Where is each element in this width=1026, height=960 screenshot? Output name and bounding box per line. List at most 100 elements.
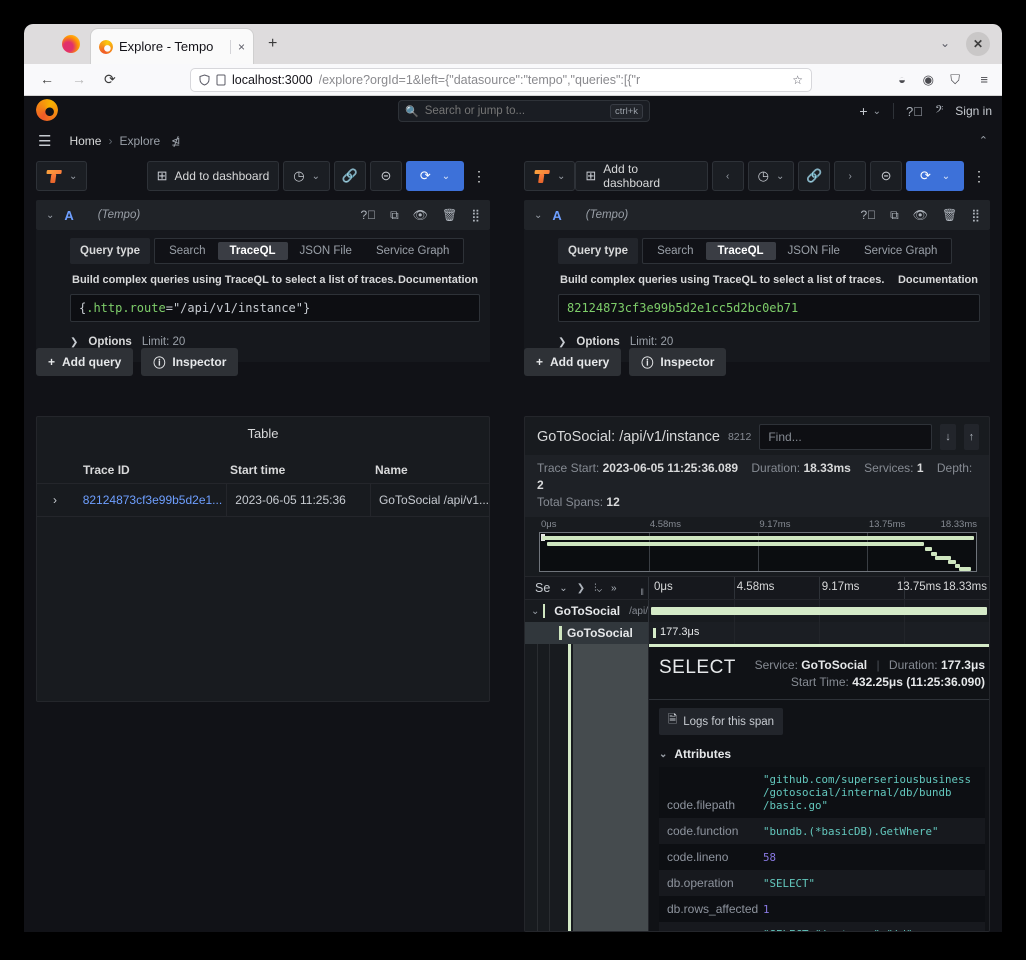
attributes-collapse[interactable]: ⌄ Attributes — [659, 747, 989, 761]
extensions-icon[interactable]: ⛉ — [950, 72, 960, 88]
news-icon[interactable]: 𝄢 — [935, 103, 943, 119]
table-row[interactable]: › 82124873cf3e99b5d2e1... 2023-06-05 11:… — [37, 483, 489, 517]
span-row-root[interactable]: ⌄ GoToSocial /api/ — [525, 600, 989, 622]
reload-icon[interactable]: ⟳ — [104, 71, 116, 88]
tab-list-chevron-icon[interactable]: ⌄ — [940, 36, 950, 50]
query-type-traceql[interactable]: TraceQL — [706, 242, 776, 260]
zoom-out-button[interactable]: ⊝ — [370, 161, 402, 191]
query-type-service-graph[interactable]: Service Graph — [364, 242, 462, 260]
trace-id-link[interactable]: 82124873cf3e99b5d2e1... — [83, 493, 222, 507]
chevron-down-icon[interactable]: ⌄ — [559, 583, 567, 594]
url-field[interactable]: localhost:3000/explore?orgId=1&left={"da… — [190, 68, 812, 92]
new-menu-button[interactable]: +⌄ — [859, 103, 881, 119]
documentation-link[interactable]: Documentation — [398, 274, 478, 286]
page-info-icon[interactable] — [216, 74, 226, 86]
query-row-header[interactable]: ⌄ A (Tempo) ?⃝ ⧉ 👁 🗑 ⣿ — [524, 200, 990, 230]
add-query-button[interactable]: +Add query — [524, 348, 621, 376]
query-type-traceql[interactable]: TraceQL — [218, 242, 288, 260]
sign-in-button[interactable]: Sign in — [955, 104, 992, 118]
account-icon[interactable]: ◉ — [923, 72, 934, 88]
query-type-search[interactable]: Search — [645, 242, 705, 260]
duplicate-query-icon[interactable]: ⧉ — [390, 208, 399, 223]
documentation-link[interactable]: Documentation — [898, 274, 978, 286]
mega-menu-icon[interactable]: ☰ — [38, 132, 51, 150]
more-options-icon[interactable]: ⋮ — [968, 168, 990, 185]
share-icon[interactable]: ⋬ — [171, 135, 180, 148]
traceql-query-input[interactable]: 82124873cf3e99b5d2e1cc5d2bc0eb71 — [558, 294, 980, 322]
datasource-picker[interactable]: ⌄ — [36, 161, 87, 191]
minimap-viewport[interactable] — [539, 532, 977, 572]
grafana-logo-icon[interactable] — [36, 99, 58, 121]
time-range-picker[interactable]: ◷ ⌄ — [283, 161, 330, 191]
new-tab-button[interactable]: + — [268, 36, 277, 52]
query-help-icon[interactable]: ?⃝ — [360, 208, 376, 223]
span-duration-bar[interactable] — [653, 628, 656, 638]
service-operation-header[interactable]: Se — [535, 581, 550, 595]
chevron-right-icon[interactable]: ❯ — [577, 583, 585, 594]
traceql-query-input[interactable]: {.http.route = "/api/v1/instance"} — [70, 294, 480, 322]
help-icon[interactable]: ?⃝ — [906, 104, 923, 119]
query-help-icon[interactable]: ?⃝ — [860, 208, 876, 223]
time-range-picker[interactable]: ◷ ⌄ — [748, 161, 795, 191]
find-prev-button[interactable]: ↑ — [964, 424, 979, 450]
column-resize-handle[interactable]: ‖ — [640, 587, 645, 597]
query-type-json-file[interactable]: JSON File — [776, 242, 852, 260]
logs-for-span-button[interactable]: 🗎 Logs for this span — [659, 708, 783, 735]
attribute-key: db.operation — [667, 876, 763, 890]
disable-query-icon[interactable]: 👁 — [913, 208, 928, 223]
find-next-button[interactable]: ↓ — [940, 424, 955, 450]
tab-close-icon[interactable]: × — [230, 40, 245, 54]
expand-all-icon[interactable]: » — [611, 583, 617, 594]
shield-permissions-icon[interactable] — [199, 74, 210, 86]
zoom-out-button[interactable]: ⊝ — [870, 161, 902, 191]
drag-handle-icon[interactable]: ⣿ — [971, 208, 980, 223]
query-row-header[interactable]: ⌄ A (Tempo) ?⃝ ⧉ 👁 🗑 ⣿ — [36, 200, 490, 230]
back-icon[interactable]: ← — [40, 71, 54, 87]
query-type-service-graph[interactable]: Service Graph — [852, 242, 950, 260]
breadcrumb-home[interactable]: Home — [69, 134, 101, 148]
add-to-dashboard-button[interactable]: ⊞ Add to dashboard — [575, 161, 707, 191]
global-search[interactable]: 🔍 ctrl+k — [398, 100, 650, 122]
bookmark-star-icon[interactable]: ☆ — [792, 73, 803, 87]
column-trace-id[interactable]: Trace ID — [83, 463, 228, 477]
datasource-picker[interactable]: ⌄ — [524, 161, 575, 191]
trace-minimap[interactable]: 0μs 4.58ms 9.17ms 13.75ms 18.33ms — [539, 519, 977, 572]
inspector-button[interactable]: ⓘInspector — [629, 348, 726, 376]
collapse-chevron-icon[interactable]: ⌄ — [531, 606, 539, 617]
run-query-button[interactable]: ⟳ ⌄ — [906, 161, 964, 191]
firefox-icon[interactable] — [62, 35, 80, 53]
run-query-button[interactable]: ⟳ ⌄ — [406, 161, 464, 191]
drag-handle-icon[interactable]: ⣿ — [471, 208, 480, 223]
column-name[interactable]: Name — [373, 463, 489, 477]
menu-icon[interactable]: ≡ — [980, 72, 988, 87]
time-shift-back-button[interactable]: ‹ — [712, 161, 744, 191]
remove-query-icon[interactable]: 🗑 — [442, 208, 457, 223]
query-type-json-file[interactable]: JSON File — [288, 242, 364, 260]
collapse-chevron-icon[interactable]: ⌄ — [534, 210, 542, 221]
window-close-button[interactable]: ✕ — [966, 32, 990, 56]
row-expander-icon[interactable]: › — [37, 493, 83, 507]
remove-query-icon[interactable]: 🗑 — [942, 208, 957, 223]
breadcrumb-explore[interactable]: Explore — [119, 134, 160, 148]
more-options-icon[interactable]: ⋮ — [468, 168, 490, 185]
disable-query-icon[interactable]: 👁 — [413, 208, 428, 223]
collapse-chevron-icon[interactable]: ⌄ — [46, 210, 54, 221]
browser-tab[interactable]: Explore - Tempo × — [90, 28, 254, 64]
add-to-dashboard-button[interactable]: ⊞ Add to dashboard — [147, 161, 280, 191]
inspector-button[interactable]: ⓘInspector — [141, 348, 238, 376]
span-row-selected[interactable]: GoToSocial 177.3μs — [525, 622, 989, 644]
sync-timepicker-button[interactable]: 🔗 — [798, 161, 830, 191]
clock-icon: ◷ — [293, 168, 304, 184]
span-duration-bar[interactable] — [651, 607, 987, 615]
collapse-all-icon[interactable]: ⫶⌄ — [594, 583, 602, 594]
duplicate-query-icon[interactable]: ⧉ — [890, 208, 899, 223]
pocket-icon[interactable]: ◒ — [898, 72, 906, 87]
query-type-search[interactable]: Search — [157, 242, 217, 260]
find-input[interactable] — [759, 424, 932, 450]
add-query-button[interactable]: +Add query — [36, 348, 133, 376]
sync-timepicker-button[interactable]: 🔗 — [334, 161, 366, 191]
collapse-nav-chevron-icon[interactable]: ⌃ — [979, 134, 988, 147]
search-input[interactable] — [425, 105, 604, 117]
column-start-time[interactable]: Start time — [228, 463, 373, 477]
time-shift-forward-button[interactable]: › — [834, 161, 866, 191]
